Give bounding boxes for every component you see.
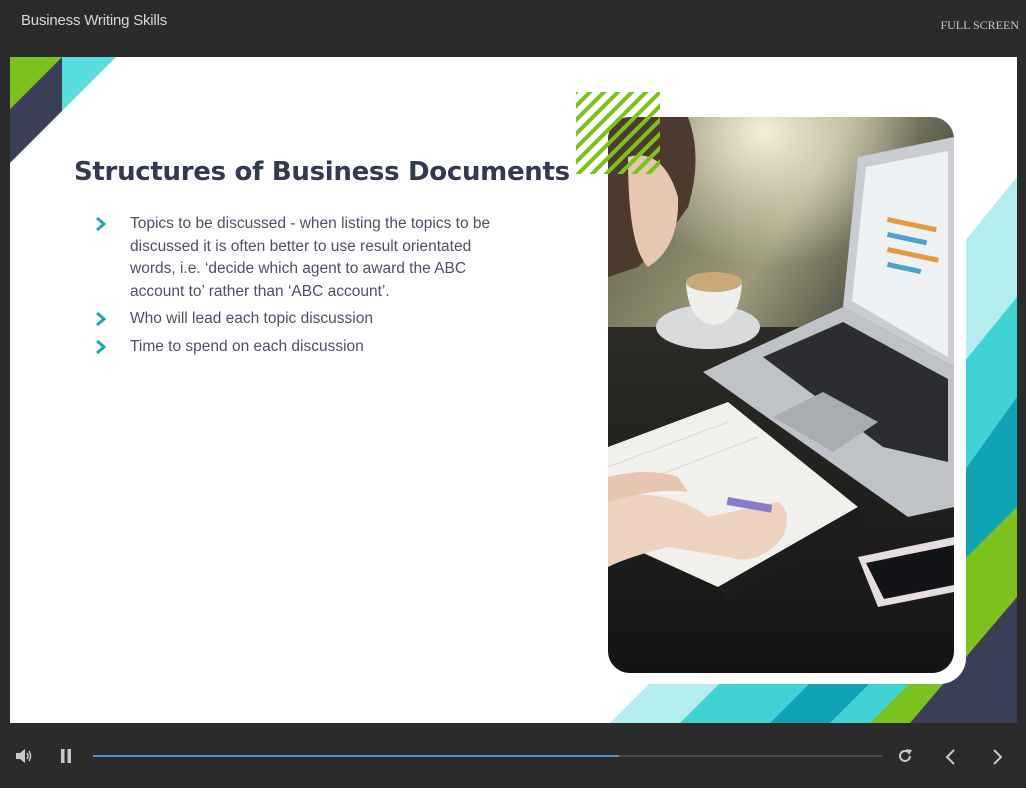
bullet-item: Topics to be discussed - when listing th… bbox=[94, 213, 534, 303]
bullet-line: discussed it is often better to use resu… bbox=[130, 237, 472, 255]
course-title: Business Writing Skills bbox=[21, 12, 168, 29]
bullet-list: Topics to be discussed - when listing th… bbox=[94, 213, 534, 363]
top-bar: Business Writing Skills FULL SCREEN bbox=[0, 0, 1026, 56]
bullet-line: account to’ rather than ‘ABC account’. bbox=[130, 282, 390, 300]
chevron-right-icon bbox=[96, 311, 107, 327]
bullet-item: Who will lead each topic discussion bbox=[94, 308, 534, 331]
photo-woman-writing-with-laptop bbox=[608, 117, 954, 673]
chevron-left-icon[interactable] bbox=[944, 749, 956, 765]
chevron-right-icon[interactable] bbox=[992, 749, 1004, 765]
progress-bar[interactable] bbox=[93, 755, 882, 757]
speaker-icon[interactable] bbox=[15, 748, 33, 764]
slide-canvas: Structures of Business Documents Topics … bbox=[10, 57, 1017, 723]
bullet-line: words, i.e. ‘decide which agent to award… bbox=[130, 260, 467, 277]
bullet-line: Topics to be discussed - when listing th… bbox=[130, 215, 491, 232]
chevron-right-icon bbox=[96, 339, 107, 354]
progress-fill bbox=[93, 755, 620, 757]
replay-icon[interactable] bbox=[897, 748, 913, 764]
player-controls bbox=[0, 724, 1026, 788]
slide-title: Structures of Business Documents bbox=[74, 157, 570, 187]
corner-decoration-top-left bbox=[10, 57, 116, 163]
hatch-decoration bbox=[576, 92, 660, 174]
pause-icon[interactable] bbox=[60, 749, 72, 763]
bullet-item: Time to spend on each discussion bbox=[94, 336, 534, 359]
bullet-line: Time to spend on each discussion bbox=[130, 337, 364, 355]
fullscreen-button[interactable]: FULL SCREEN bbox=[940, 18, 1019, 33]
bullet-line: Who will lead each topic discussion bbox=[130, 310, 373, 327]
chevron-right-icon bbox=[96, 216, 107, 232]
